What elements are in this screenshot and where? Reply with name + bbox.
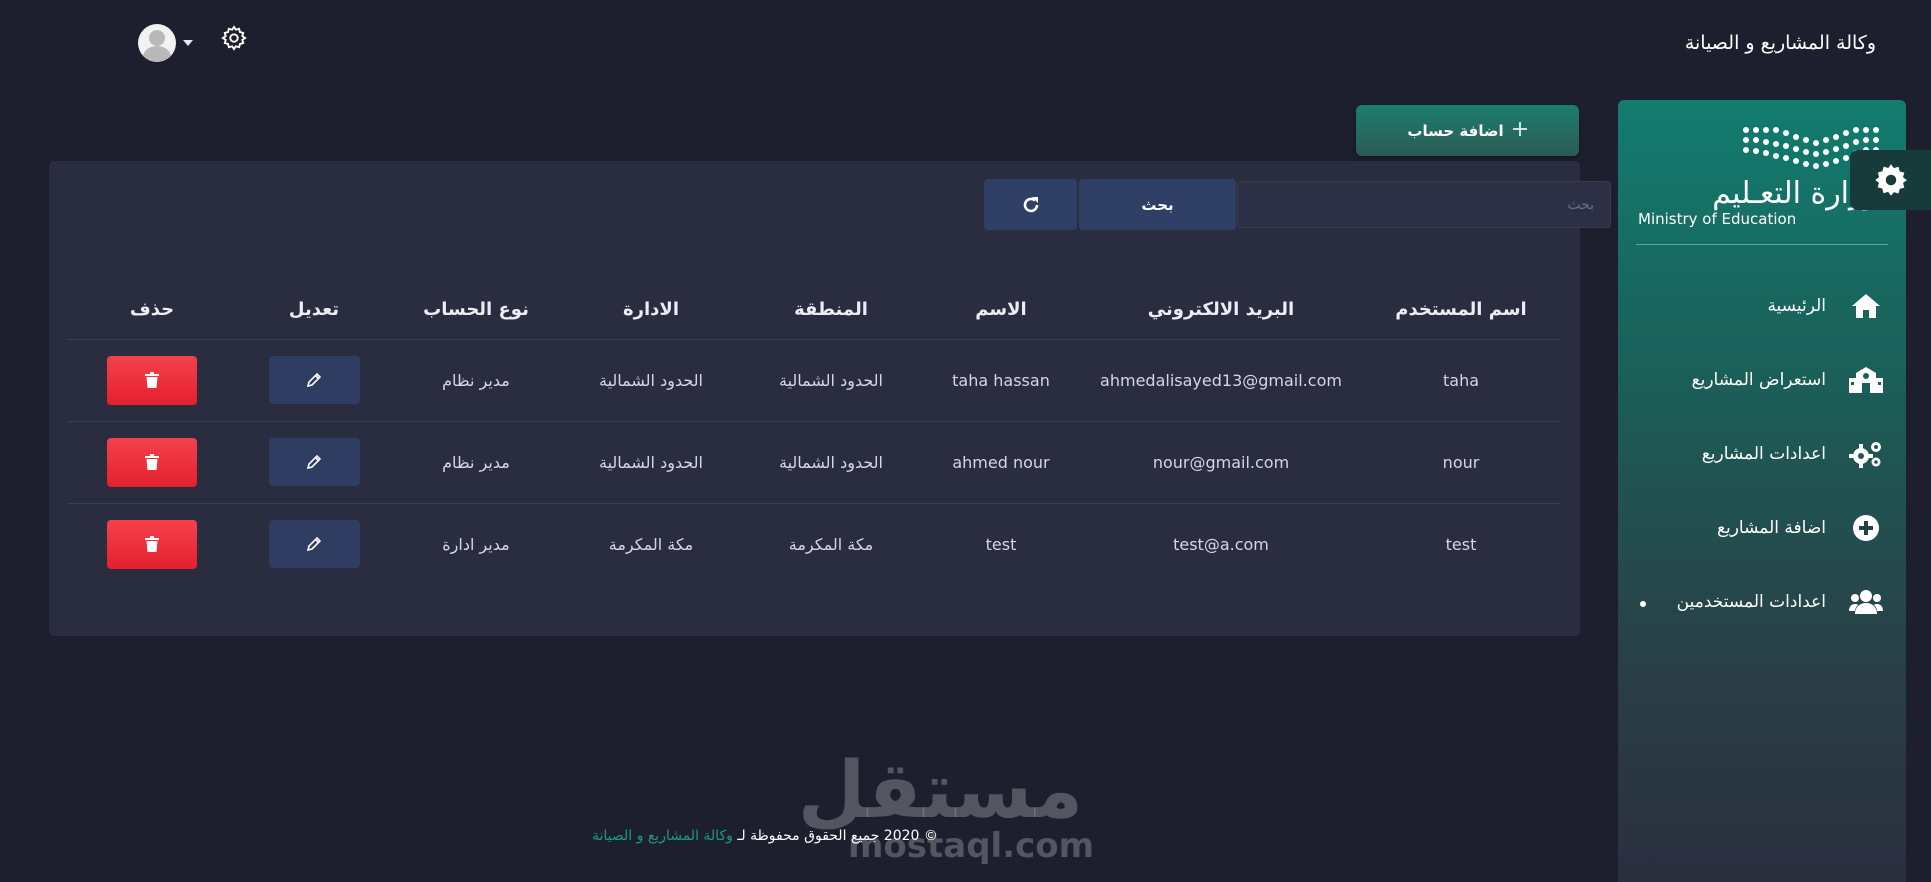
pencil-icon — [306, 537, 322, 552]
gear-icon[interactable] — [220, 24, 248, 52]
column-header: اسم المستخدم — [1361, 281, 1561, 340]
sidebar-item-label: الرئيسية — [1767, 296, 1826, 316]
cell-department: الحدود الشمالية — [561, 421, 741, 504]
column-header: الاسم — [921, 281, 1081, 340]
sidebar-item-view-projects[interactable]: استعراض المشاريع — [1618, 346, 1906, 420]
cell-account-type: مدير نظام — [391, 339, 561, 422]
table-row: taha ahmedalisayed13@gmail.com taha hass… — [67, 339, 1561, 422]
cell-name: test — [985, 534, 1017, 554]
footer-copyright: © 2020 جميع الحقوق محفوظة لـ — [737, 828, 938, 844]
sidebar: وزارة التعـليم Ministry of Education الر… — [1618, 100, 1906, 882]
cell-account-type: مدير نظام — [391, 421, 561, 504]
table-row: test test@a.com test مكة المكرمة مكة الم… — [67, 503, 1561, 585]
sidebar-item-label: استعراض المشاريع — [1691, 370, 1826, 390]
sidebar-item-label: اعدادات المشاريع — [1701, 444, 1826, 464]
sidebar-item-project-settings[interactable]: اعدادات المشاريع — [1618, 420, 1906, 494]
gears-icon — [1848, 436, 1884, 472]
column-header: الادارة — [561, 281, 741, 340]
cell-email: test@a.com — [1173, 534, 1269, 554]
users-table: اسم المستخدم البريد الالكتروني الاسم الم… — [67, 281, 1561, 585]
footer: © 2020 جميع الحقوق محفوظة لـ وكالة المشا… — [592, 828, 938, 844]
column-header: المنطقة — [741, 281, 921, 340]
footer-brand-link[interactable]: وكالة المشاريع و الصيانة — [592, 828, 733, 844]
refresh-icon — [1023, 196, 1038, 212]
user-avatar[interactable] — [138, 24, 176, 62]
cell-department: الحدود الشمالية — [561, 339, 741, 422]
delete-button[interactable] — [107, 437, 197, 487]
sidebar-nav: الرئيسية استعراض المشاريع اعدادات المشار… — [1618, 272, 1906, 642]
pencil-icon — [306, 372, 322, 388]
cell-username: nour — [1361, 421, 1561, 504]
cell-edit — [237, 421, 391, 504]
home-icon — [1848, 288, 1884, 324]
settings-panel-toggle[interactable] — [1850, 150, 1931, 210]
delete-button[interactable] — [107, 519, 197, 569]
active-indicator — [1640, 601, 1646, 607]
app-title: وكالة المشاريع و الصيانة — [1684, 32, 1876, 54]
edit-button[interactable] — [268, 520, 360, 569]
cell-account-type: مدير ادارة — [442, 534, 510, 554]
logo-english-text: Ministry of Education — [1638, 210, 1797, 228]
sidebar-item-home[interactable]: الرئيسية — [1618, 272, 1906, 346]
school-icon — [1848, 362, 1884, 398]
cell-username: test — [1445, 534, 1477, 554]
add-account-label: اضافة حساب — [1407, 121, 1504, 140]
avatar-head — [149, 30, 165, 46]
gear-icon — [1874, 164, 1907, 196]
column-header: البريد الالكتروني — [1081, 281, 1361, 340]
cell-delete — [67, 339, 237, 422]
trash-icon — [145, 536, 159, 553]
refresh-button[interactable] — [984, 179, 1077, 230]
cell-username: taha — [1361, 339, 1561, 422]
top-header: وكالة المشاريع و الصيانة — [0, 0, 1931, 92]
sidebar-item-label: اضافة المشاريع — [1716, 518, 1826, 538]
cell-delete — [67, 421, 237, 504]
table-header-row: اسم المستخدم البريد الالكتروني الاسم الم… — [67, 281, 1561, 340]
users-card: بحث اسم المستخدم البريد الالكتروني الاسم… — [49, 161, 1611, 636]
sidebar-divider — [1636, 244, 1888, 245]
cell-region: الحدود الشمالية — [741, 421, 921, 504]
cell-region: الحدود الشمالية — [741, 339, 921, 422]
table-row: nour nour@gmail.com ahmed nour الحدود ال… — [67, 421, 1561, 504]
users-icon — [1848, 584, 1884, 620]
cell-edit — [237, 339, 391, 422]
plus-icon — [1512, 121, 1528, 141]
edit-button[interactable] — [268, 438, 360, 486]
edit-button[interactable] — [268, 356, 360, 404]
watermark-arabic: مستقل — [797, 746, 1083, 836]
trash-icon — [145, 372, 159, 388]
watermark: مستقل mostaql.com — [797, 746, 1094, 863]
cell-region: مكة المكرمة — [788, 534, 874, 554]
trash-icon — [145, 454, 159, 470]
column-header: نوع الحساب — [391, 281, 561, 340]
cell-department: مكة المكرمة — [608, 534, 694, 554]
cell-name: ahmed nour — [921, 421, 1081, 504]
chevron-down-icon[interactable] — [183, 40, 193, 46]
search-button[interactable]: بحث — [1079, 179, 1236, 230]
column-header: حذف — [67, 281, 237, 340]
add-account-button[interactable]: اضافة حساب — [1356, 105, 1579, 156]
sidebar-item-user-settings[interactable]: اعدادات المستخدمين — [1618, 568, 1906, 642]
column-header: تعديل — [237, 281, 391, 340]
search-input[interactable] — [1237, 181, 1611, 228]
delete-button[interactable] — [107, 355, 197, 405]
cell-name: taha hassan — [921, 339, 1081, 422]
sidebar-item-label: اعدادات المستخدمين — [1676, 592, 1826, 612]
sidebar-item-add-projects[interactable]: اضافة المشاريع — [1618, 494, 1906, 568]
cell-email: ahmedalisayed13@gmail.com — [1081, 339, 1361, 422]
cell-edit — [237, 503, 391, 585]
cell-delete — [67, 503, 237, 585]
plus-circle-icon — [1848, 510, 1884, 546]
avatar-body — [143, 46, 171, 62]
cell-email: nour@gmail.com — [1081, 421, 1361, 504]
pencil-icon — [306, 454, 322, 470]
